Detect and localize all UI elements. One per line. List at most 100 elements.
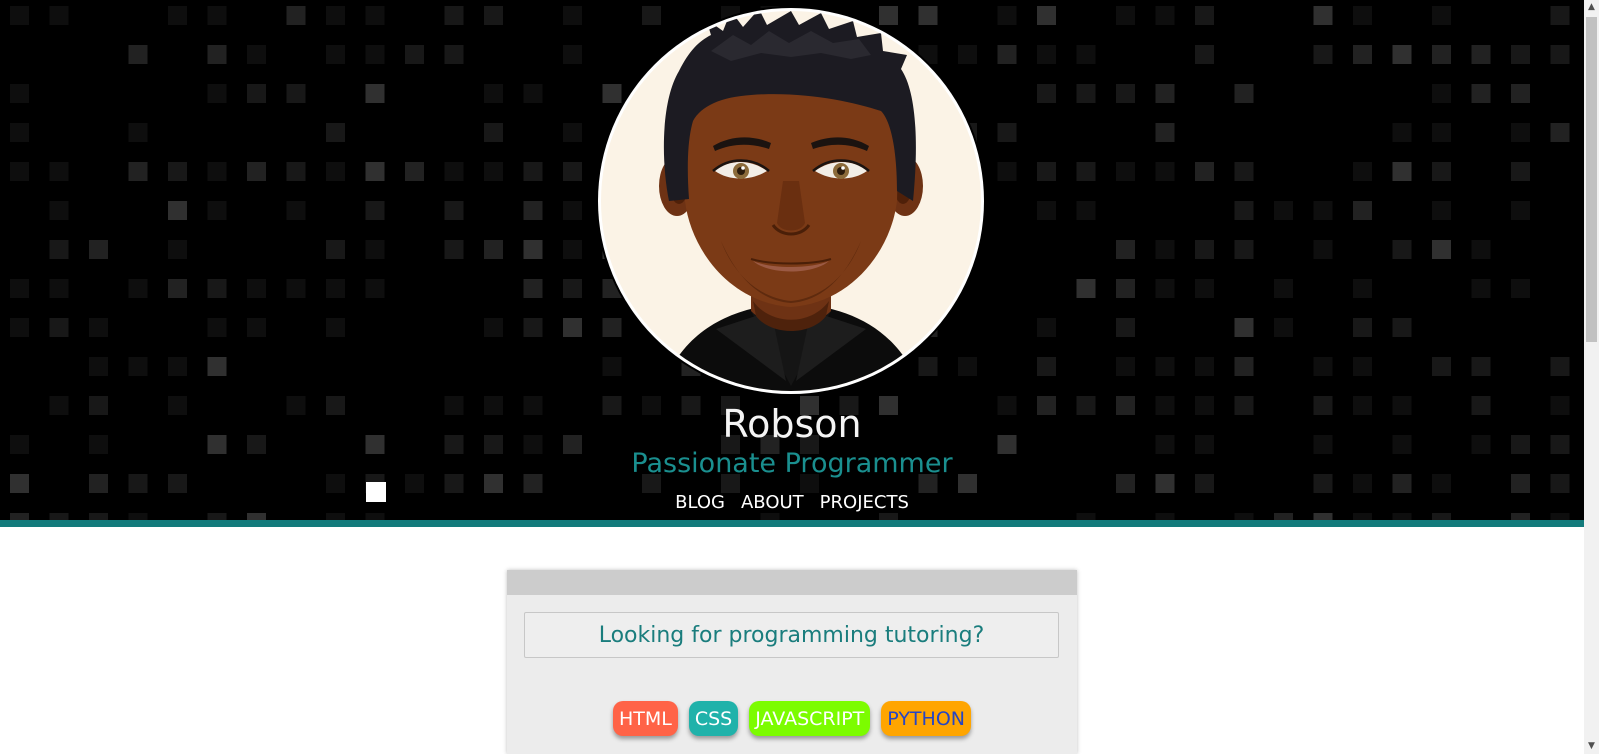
matrix-square [1155, 6, 1175, 25]
scroll-down-arrow-icon[interactable]: ▼ [1584, 739, 1599, 754]
matrix-square [563, 318, 582, 337]
matrix-square [207, 201, 227, 220]
matrix-square [1116, 357, 1135, 376]
matrix-square [1392, 318, 1412, 337]
matrix-square [207, 279, 227, 298]
matrix-square [1471, 279, 1491, 298]
matrix-square [326, 318, 345, 337]
matrix-square [484, 123, 503, 142]
matrix-square [326, 279, 345, 298]
scrollbar-thumb[interactable] [1586, 17, 1597, 342]
matrix-square [523, 240, 543, 259]
matrix-square [1274, 201, 1293, 220]
matrix-square [484, 240, 503, 259]
matrix-square [523, 279, 543, 298]
matrix-square [89, 240, 108, 259]
matrix-square [207, 45, 227, 64]
matrix-square [1037, 201, 1056, 220]
matrix-square [128, 162, 148, 181]
matrix-square [49, 318, 69, 337]
tag-css[interactable]: CSS [688, 701, 739, 736]
matrix-square [1313, 240, 1333, 259]
matrix-square [1511, 162, 1530, 181]
matrix-square [563, 162, 582, 181]
tag-javascript[interactable]: JAVASCRIPT [749, 701, 871, 736]
matrix-square [1155, 357, 1175, 376]
matrix-square [444, 201, 464, 220]
matrix-square [326, 123, 345, 142]
matrix-square [1511, 45, 1530, 64]
hero-header: Robson Passionate Programmer BLOG ABOUT … [0, 0, 1584, 527]
matrix-square [1511, 84, 1530, 103]
matrix-square [1471, 240, 1491, 259]
matrix-square [49, 240, 69, 259]
matrix-square [10, 279, 29, 298]
matrix-square [1392, 45, 1412, 64]
matrix-square [1037, 45, 1056, 64]
header-accent-rule [0, 520, 1584, 527]
matrix-square [523, 318, 543, 337]
matrix-square [1313, 201, 1333, 220]
matrix-square [1195, 45, 1214, 64]
profile-name: Robson [722, 402, 862, 446]
matrix-square [1313, 45, 1333, 64]
matrix-square [1037, 162, 1056, 181]
matrix-square [1195, 240, 1214, 259]
matrix-square [1195, 6, 1214, 25]
matrix-square [365, 201, 385, 220]
matrix-square [918, 357, 938, 376]
matrix-square [168, 357, 187, 376]
tag-html[interactable]: HTML [612, 701, 678, 736]
nav-link-blog[interactable]: BLOG [675, 489, 725, 517]
matrix-square [1550, 45, 1570, 64]
matrix-square [286, 162, 306, 181]
tag-python[interactable]: PYTHON [881, 701, 971, 736]
matrix-square [405, 162, 424, 181]
tutoring-card: Looking for programming tutoring? HTML C… [507, 570, 1077, 754]
matrix-square [326, 45, 345, 64]
matrix-square [523, 162, 543, 181]
matrix-square [1392, 123, 1412, 142]
matrix-square [563, 6, 582, 25]
matrix-square [49, 162, 69, 181]
matrix-square [958, 357, 977, 376]
vertical-scrollbar[interactable]: ▲ ▼ [1584, 0, 1599, 754]
scroll-up-arrow-icon[interactable]: ▲ [1584, 0, 1599, 15]
matrix-square [286, 84, 306, 103]
matrix-square [1116, 318, 1135, 337]
matrix-square [10, 6, 29, 25]
matrix-square [1353, 45, 1372, 64]
matrix-square [1313, 357, 1333, 376]
matrix-square [1392, 162, 1412, 181]
matrix-square [89, 318, 108, 337]
matrix-square [1155, 279, 1175, 298]
matrix-square [1471, 357, 1491, 376]
matrix-square [563, 240, 582, 259]
matrix-square [247, 45, 266, 64]
matrix-square [247, 318, 266, 337]
matrix-square [1037, 84, 1056, 103]
matrix-square [1234, 357, 1254, 376]
matrix-square [128, 45, 148, 64]
matrix-square [1116, 162, 1135, 181]
matrix-square [128, 279, 148, 298]
nav-link-projects[interactable]: PROJECTS [820, 489, 909, 517]
matrix-square [484, 162, 503, 181]
matrix-square [10, 84, 29, 103]
matrix-square [1432, 357, 1451, 376]
matrix-square [997, 6, 1017, 25]
matrix-square [1155, 84, 1175, 103]
matrix-square [1511, 123, 1530, 142]
matrix-square [405, 45, 424, 64]
matrix-square [1353, 6, 1372, 25]
nav-link-about[interactable]: ABOUT [741, 489, 804, 517]
matrix-square [1037, 357, 1056, 376]
skill-tags: HTML CSS JAVASCRIPT PYTHON [507, 701, 1077, 736]
main-nav: BLOG ABOUT PROJECTS [0, 489, 1584, 517]
matrix-square [1076, 162, 1096, 181]
matrix-square [1392, 240, 1412, 259]
matrix-square [1432, 84, 1451, 103]
matrix-square [602, 357, 622, 376]
matrix-square [1155, 240, 1175, 259]
matrix-square [1353, 318, 1372, 337]
